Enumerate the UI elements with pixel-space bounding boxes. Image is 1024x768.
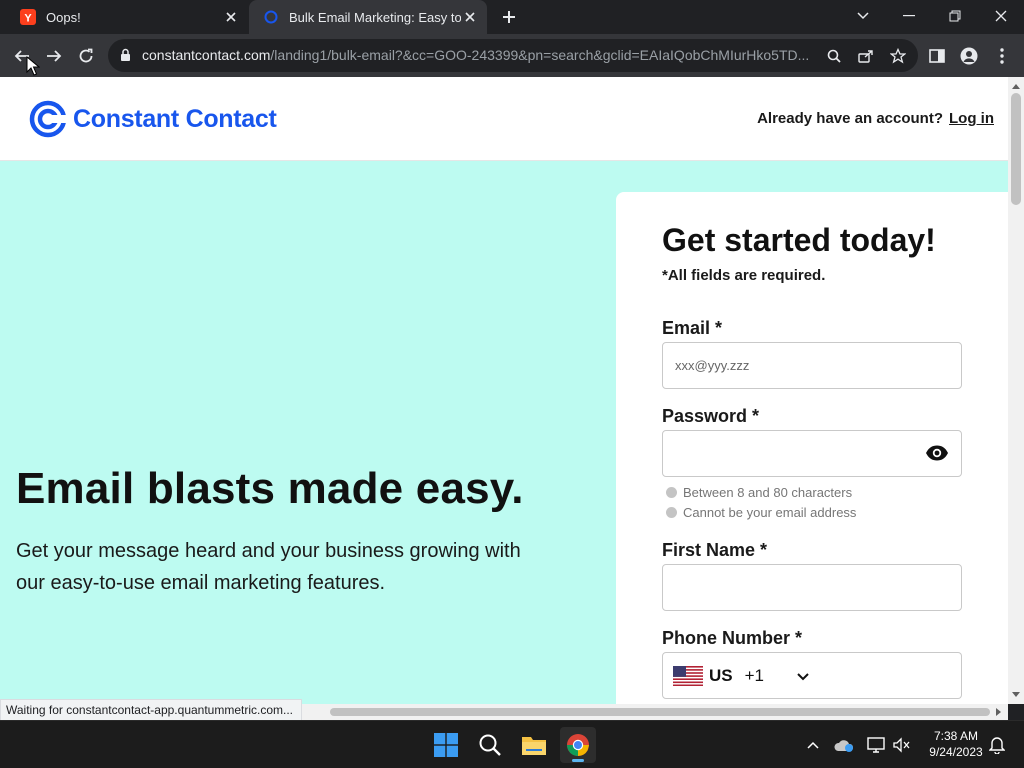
browser-toolbar: constantcontact.com/landing1/bulk-email?… (0, 34, 1024, 77)
show-password-eye-icon[interactable] (925, 444, 949, 465)
status-bubble: Waiting for constantcontact-app.quantumm… (0, 699, 303, 721)
brand-name: Constant Contact (73, 104, 277, 133)
taskbar-clock[interactable]: 7:38 AM 9/24/2023 (918, 728, 994, 760)
signup-form: Get started today! *All fields are requi… (616, 192, 1008, 704)
form-title: Get started today! (662, 222, 936, 258)
phone-dial-code: +1 (744, 665, 765, 685)
side-panel-icon[interactable] (926, 45, 948, 67)
minimize-icon[interactable] (896, 4, 922, 28)
hint-text: Cannot be your email address (683, 505, 857, 520)
scroll-right-arrow-icon[interactable] (992, 704, 1006, 720)
hint-dot-icon (666, 487, 677, 498)
tab-oops[interactable]: Y Oops! (0, 0, 248, 34)
volume-muted-icon[interactable] (892, 735, 912, 755)
constant-contact-logo-icon (29, 100, 67, 138)
url-host: constantcontact.com (142, 47, 271, 63)
restore-icon[interactable] (942, 4, 968, 28)
chevron-down-icon (797, 666, 809, 686)
site-header: Constant Contact Already have an account… (0, 77, 1008, 161)
tab-search-chevron-icon[interactable] (850, 4, 876, 28)
windows-start-icon[interactable] (428, 727, 464, 763)
password-hint-length: Between 8 and 80 characters (666, 485, 852, 500)
reload-icon[interactable] (72, 42, 100, 70)
new-tab-icon[interactable] (498, 6, 520, 28)
vertical-scrollbar[interactable] (1008, 77, 1024, 704)
hero-title: Email blasts made easy. (16, 464, 524, 513)
first-name-label: First Name * (662, 540, 768, 560)
share-icon[interactable] (856, 46, 876, 66)
svg-text:Y: Y (24, 13, 32, 25)
profile-icon[interactable] (958, 45, 980, 67)
phone-number-field[interactable] (821, 652, 962, 699)
phone-country-code: US (709, 665, 733, 685)
notification-bell-icon[interactable] (987, 735, 1007, 755)
tab-title: Oops! (46, 9, 81, 25)
tab-title: Bulk Email Marketing: Easy to use (289, 9, 461, 25)
constant-contact-logo[interactable]: Constant Contact (29, 100, 277, 138)
yandex-icon: Y (20, 9, 36, 25)
network-icon[interactable] (866, 735, 886, 755)
lock-icon (120, 48, 131, 67)
constant-contact-icon (263, 9, 279, 25)
chrome-icon[interactable] (560, 727, 596, 763)
forward-arrow-icon[interactable] (40, 42, 68, 70)
url-path: /landing1/bulk-email?&cc=GOO-243399&pn=s… (270, 47, 810, 63)
tab-bulk-email[interactable]: Bulk Email Marketing: Easy to use (249, 0, 487, 34)
login-link[interactable]: Log in (949, 110, 994, 127)
close-tab-icon[interactable] (461, 8, 479, 26)
phone-country-select[interactable]: US +1 (662, 652, 822, 699)
page-viewport: Constant Contact Already have an account… (0, 77, 1008, 704)
password-hint-email: Cannot be your email address (666, 505, 856, 520)
first-name-field[interactable] (662, 564, 962, 611)
login-prompt: Already have an account? Log in (757, 110, 994, 127)
address-bar[interactable]: constantcontact.com/landing1/bulk-email?… (108, 39, 918, 72)
zoom-search-icon[interactable] (824, 46, 844, 66)
email-field[interactable]: xxx@yyy.zzz (662, 342, 962, 389)
vertical-scroll-thumb[interactable] (1011, 93, 1021, 205)
email-placeholder: xxx@yyy.zzz (675, 358, 750, 373)
onedrive-icon[interactable] (834, 735, 854, 755)
bookmark-star-icon[interactable] (888, 46, 908, 66)
horizontal-scroll-thumb[interactable] (330, 708, 990, 716)
us-flag-icon (673, 665, 703, 686)
url-text[interactable]: constantcontact.com/landing1/bulk-email?… (142, 47, 822, 63)
scroll-up-arrow-icon[interactable] (1008, 79, 1024, 93)
already-account-text: Already have an account? (757, 110, 943, 127)
tray-chevron-up-icon[interactable] (803, 735, 823, 755)
close-tab-icon[interactable] (222, 8, 240, 26)
taskbar-search-icon[interactable] (472, 727, 508, 763)
windows-taskbar: 7:38 AM 9/24/2023 (0, 720, 1024, 768)
required-note: *All fields are required. (662, 267, 826, 284)
password-field[interactable] (662, 430, 962, 477)
mouse-cursor-icon (26, 56, 40, 76)
more-menu-icon[interactable] (991, 45, 1013, 67)
close-window-icon[interactable] (988, 4, 1014, 28)
scroll-down-arrow-icon[interactable] (1008, 688, 1024, 702)
email-label: Email * (662, 318, 723, 338)
hero-subtitle: Get your message heard and your business… (16, 540, 521, 594)
clock-time: 7:38 AM (933, 729, 979, 743)
password-label: Password * (662, 406, 760, 426)
file-explorer-icon[interactable] (516, 727, 552, 763)
hint-text: Between 8 and 80 characters (683, 485, 853, 500)
hint-dot-icon (666, 507, 677, 518)
phone-label: Phone Number * (662, 628, 803, 648)
clock-date: 9/24/2023 (929, 745, 983, 759)
tab-strip: Y Oops! Bulk Email Marketing: Easy to us… (0, 0, 1024, 34)
